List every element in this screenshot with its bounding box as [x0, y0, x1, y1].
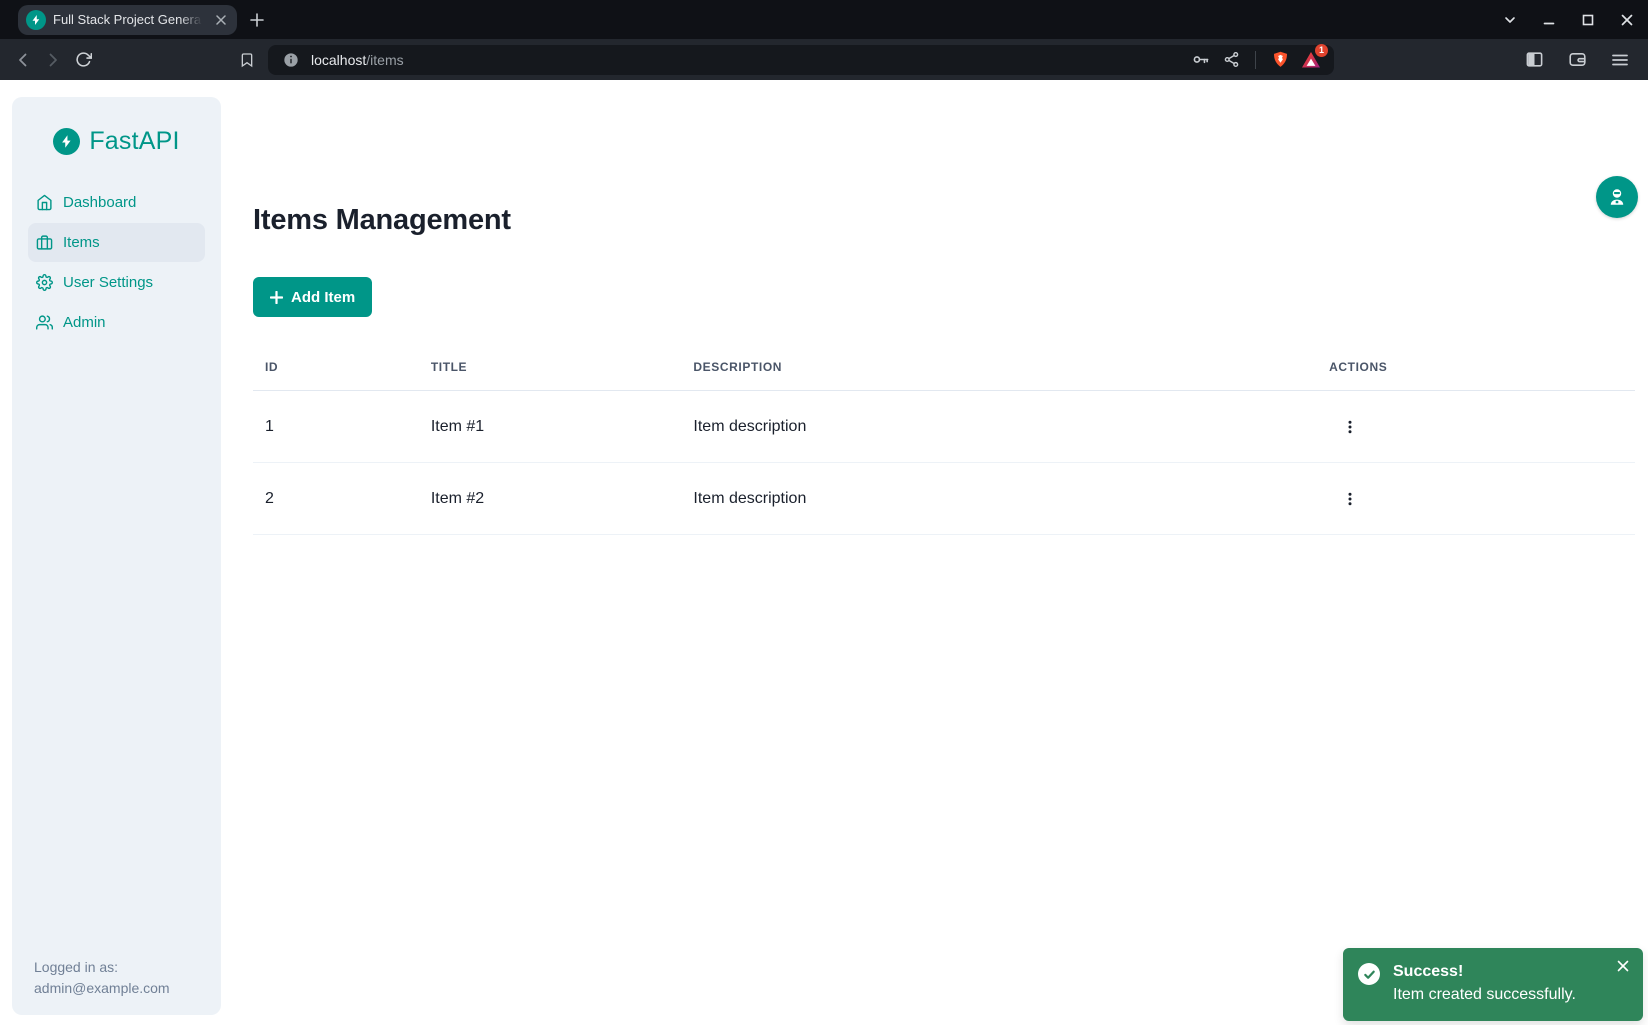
reload-button[interactable] [68, 45, 98, 75]
sidebar: FastAPI Dashboard Items User Settings [12, 97, 221, 1015]
add-item-label: Add Item [291, 289, 355, 306]
cell-id: 2 [253, 463, 419, 535]
users-icon [36, 314, 53, 331]
cell-id: 1 [253, 391, 419, 463]
success-toast: Success! Item created successfully. [1343, 948, 1643, 1021]
home-icon [36, 194, 53, 211]
sidebar-item-label: User Settings [63, 274, 153, 291]
toast-title: Success! [1393, 961, 1576, 983]
tab-search-chevron-icon[interactable] [1501, 11, 1519, 29]
logged-in-email: admin@example.com [34, 978, 170, 999]
share-icon[interactable] [1220, 49, 1242, 71]
forward-button[interactable] [38, 45, 68, 75]
browser-tab[interactable]: Full Stack Project Genera [18, 5, 237, 35]
gear-icon [36, 274, 53, 291]
tab-close-icon[interactable] [213, 12, 229, 28]
tab-title: Full Stack Project Genera [53, 12, 201, 27]
fastapi-favicon-icon [26, 10, 46, 30]
back-button[interactable] [8, 45, 38, 75]
cell-actions [1317, 463, 1635, 535]
cell-description: Item description [681, 463, 1317, 535]
table-header-row: ID TITLE DESCRIPTION ACTIONS [253, 348, 1635, 391]
add-item-button[interactable]: Add Item [253, 277, 372, 317]
table-row: 1 Item #1 Item description [253, 391, 1635, 463]
app-page: FastAPI Dashboard Items User Settings [0, 80, 1648, 1025]
sidebar-item-items[interactable]: Items [28, 223, 205, 262]
cell-description: Item description [681, 391, 1317, 463]
row-actions-kebab-icon[interactable] [1335, 412, 1365, 442]
address-bar[interactable]: localhost/items 1 [268, 45, 1334, 75]
browser-toolbar: localhost/items 1 [0, 39, 1648, 80]
cell-actions [1317, 391, 1635, 463]
sidebar-item-admin[interactable]: Admin [28, 303, 205, 342]
tab-title-fade [180, 11, 206, 29]
check-circle-icon [1358, 963, 1380, 985]
sidebar-item-label: Dashboard [63, 194, 136, 211]
table-row: 2 Item #2 Item description [253, 463, 1635, 535]
menu-hamburger-icon[interactable] [1605, 45, 1635, 75]
sidebar-nav: Dashboard Items User Settings Admin [12, 183, 221, 342]
column-header-title: TITLE [419, 348, 682, 391]
toast-close-icon[interactable] [1614, 957, 1632, 975]
cell-title: Item #1 [419, 391, 682, 463]
user-astronaut-icon [1606, 186, 1628, 208]
rewards-badge: 1 [1315, 44, 1328, 57]
window-controls [1501, 0, 1636, 39]
browser-titlebar: Full Stack Project Genera [0, 0, 1648, 39]
url-host: localhost [311, 52, 366, 68]
sidebar-item-dashboard[interactable]: Dashboard [28, 183, 205, 222]
logged-in-info: Logged in as: admin@example.com [34, 957, 170, 999]
toast-message: Item created successfully. [1393, 983, 1576, 1006]
column-header-description: DESCRIPTION [681, 348, 1317, 391]
brand-name: FastAPI [89, 127, 179, 156]
close-window-button[interactable] [1618, 11, 1636, 29]
sidebar-item-user-settings[interactable]: User Settings [28, 263, 205, 302]
bookmark-icon[interactable] [232, 45, 262, 75]
sidebar-panel-icon[interactable] [1519, 45, 1549, 75]
sidebar-item-label: Items [63, 234, 100, 251]
briefcase-icon [36, 234, 53, 251]
site-info-icon[interactable] [280, 49, 302, 71]
password-key-icon[interactable] [1189, 49, 1211, 71]
row-actions-kebab-icon[interactable] [1335, 484, 1365, 514]
new-tab-button[interactable] [244, 7, 270, 33]
brave-rewards-icon[interactable]: 1 [1300, 49, 1322, 71]
brand: FastAPI [12, 127, 221, 156]
minimize-button[interactable] [1540, 11, 1558, 29]
sidebar-item-label: Admin [63, 314, 106, 331]
maximize-button[interactable] [1579, 11, 1597, 29]
divider [1255, 51, 1256, 69]
url-path: /items [366, 52, 403, 68]
brave-shield-icon[interactable] [1269, 49, 1291, 71]
items-table: ID TITLE DESCRIPTION ACTIONS 1 Item #1 I… [253, 348, 1635, 535]
user-menu-avatar-button[interactable] [1596, 176, 1638, 218]
fastapi-logo-icon [53, 128, 80, 155]
column-header-actions: ACTIONS [1317, 348, 1635, 391]
brave-wallet-icon[interactable] [1562, 45, 1592, 75]
column-header-id: ID [253, 348, 419, 391]
logged-in-label: Logged in as: [34, 957, 170, 978]
cell-title: Item #2 [419, 463, 682, 535]
page-title: Items Management [253, 204, 511, 237]
